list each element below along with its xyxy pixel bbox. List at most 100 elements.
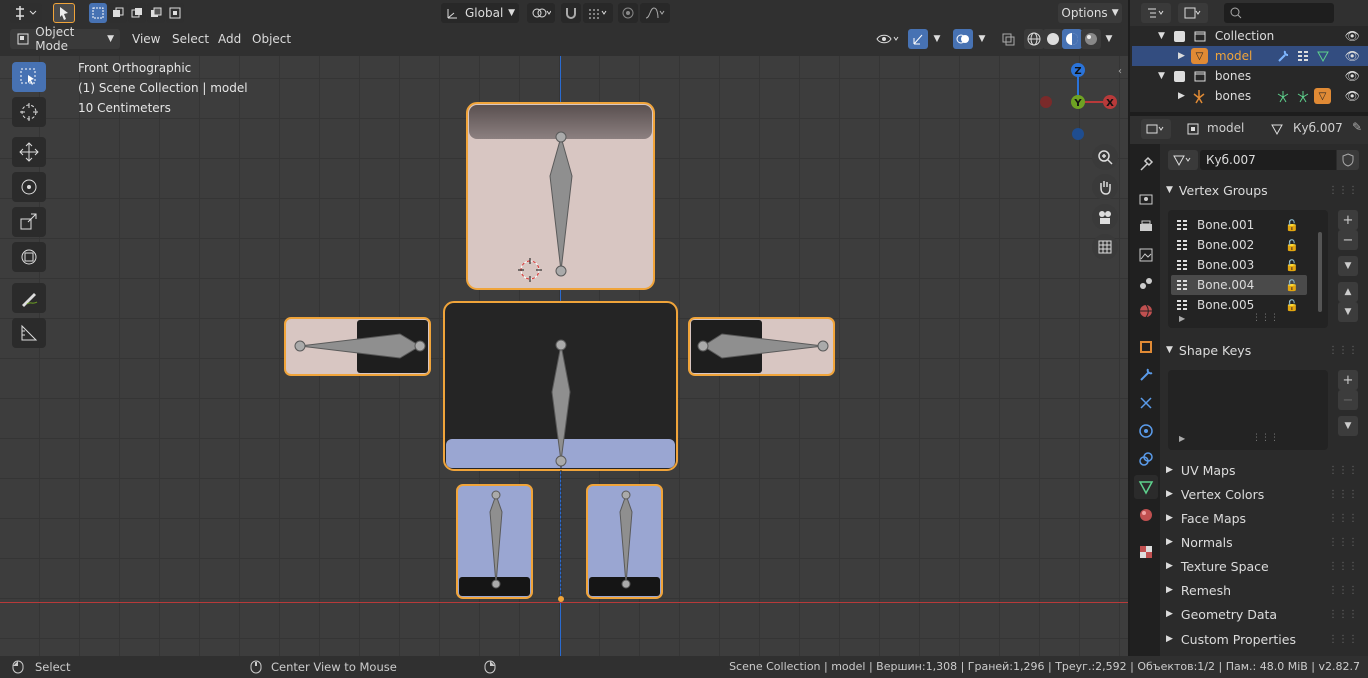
drag-handle-icon[interactable]: ⋮⋮⋮	[1328, 561, 1358, 572]
tab-world[interactable]	[1134, 299, 1158, 323]
drag-handle-icon[interactable]: ⋮⋮⋮	[1328, 345, 1358, 356]
properties-editor-type[interactable]	[1141, 119, 1171, 139]
display-mode-dropdown[interactable]	[1178, 3, 1208, 23]
tool-annotate[interactable]	[12, 283, 46, 313]
drag-handle-icon[interactable]: ⋮⋮⋮	[1328, 465, 1358, 476]
eye-icon[interactable]: 👁	[1345, 29, 1360, 43]
overlays-dropdown[interactable]: ▼	[974, 29, 990, 49]
transform-orientation-dropdown[interactable]: Global ▼	[441, 3, 519, 23]
menu-view[interactable]: View	[126, 29, 167, 49]
lock-icon[interactable]: 🔓	[1285, 219, 1299, 232]
sidebar-toggle-arrow[interactable]: ‹	[1118, 66, 1122, 77]
drag-handle-icon[interactable]: ⋮⋮⋮	[1328, 537, 1358, 548]
breadcrumb-mesh[interactable]: Куб.007	[1293, 121, 1343, 135]
panel-vertex-colors[interactable]: ▶ Vertex Colors ⋮⋮⋮	[1160, 483, 1366, 505]
lock-icon[interactable]: 🔓	[1285, 299, 1299, 312]
shading-wireframe[interactable]	[1024, 29, 1044, 49]
options-dropdown[interactable]: Options ▼	[1058, 3, 1122, 23]
outliner-row-bones-armature[interactable]: ▶ bones ▽ 👁	[1132, 86, 1368, 106]
snap-target-dropdown[interactable]	[583, 3, 613, 23]
vertex-group-item[interactable]: Bone.001 🔓	[1171, 215, 1307, 235]
tab-physics[interactable]	[1134, 419, 1158, 443]
tool-rotate[interactable]	[12, 172, 46, 202]
pin-icon[interactable]: ✎	[1352, 120, 1362, 134]
proportional-edit-toggle[interactable]	[618, 3, 638, 23]
shading-solid[interactable]	[1043, 29, 1063, 49]
panel-face-maps[interactable]: ▶ Face Maps ⋮⋮⋮	[1160, 507, 1366, 529]
vertex-group-item[interactable]: Bone.003 🔓	[1171, 255, 1307, 275]
tool-transform[interactable]	[12, 242, 46, 272]
panel-remesh[interactable]: ▶ Remesh ⋮⋮⋮	[1160, 579, 1366, 601]
vertex-group-item-selected[interactable]: Bone.004 🔓	[1171, 275, 1307, 295]
eye-icon[interactable]: 👁	[1345, 69, 1360, 83]
tool-cursor[interactable]	[12, 97, 46, 127]
tab-object[interactable]	[1134, 335, 1158, 359]
gizmo-dropdown[interactable]: ▼	[929, 29, 945, 49]
tab-modifiers[interactable]	[1134, 363, 1158, 387]
drag-handle-icon[interactable]: ⋮⋮⋮	[1328, 185, 1358, 196]
outliner-row-bones-collection[interactable]: ▼ bones 👁	[1132, 66, 1368, 86]
select-mode-intersect[interactable]	[166, 3, 184, 23]
tab-scene[interactable]	[1134, 271, 1158, 295]
tab-tool[interactable]	[1134, 152, 1158, 176]
panel-custom-properties[interactable]: ▶ Custom Properties ⋮⋮⋮	[1160, 628, 1366, 650]
move-up-button[interactable]: ▲	[1338, 282, 1358, 302]
drag-handle-icon[interactable]: ⋮⋮⋮	[1328, 634, 1358, 645]
select-mode-invert[interactable]	[147, 3, 165, 23]
drag-handle-icon[interactable]: ⋮⋮⋮	[1328, 585, 1358, 596]
pan-button[interactable]	[1092, 174, 1118, 200]
pivot-point-dropdown[interactable]	[527, 3, 555, 23]
lock-icon[interactable]: 🔓	[1285, 239, 1299, 252]
remove-shape-key-button[interactable]: −	[1338, 390, 1358, 410]
vertex-group-specials-button[interactable]: ▼	[1338, 256, 1358, 276]
remove-vertex-group-button[interactable]: −	[1338, 230, 1358, 250]
add-shape-key-button[interactable]: +	[1338, 370, 1358, 390]
zoom-button[interactable]	[1092, 144, 1118, 170]
list-filter-arrow-icon[interactable]: ▶	[1179, 314, 1185, 323]
tool-scale[interactable]	[12, 207, 46, 237]
tool-measure[interactable]	[12, 318, 46, 348]
gizmo-neg-x-axis[interactable]	[1040, 96, 1052, 108]
shading-material[interactable]	[1062, 29, 1082, 49]
expand-arrow-icon[interactable]: ▼	[1158, 31, 1165, 41]
expand-arrow-icon[interactable]: ▶	[1178, 51, 1185, 61]
xray-toggle[interactable]	[998, 29, 1018, 49]
menu-object[interactable]: Object	[246, 29, 298, 49]
outliner-editor-type[interactable]	[1141, 3, 1171, 23]
tab-render[interactable]	[1134, 187, 1158, 211]
move-down-button[interactable]: ▼	[1338, 302, 1358, 322]
shading-rendered[interactable]	[1081, 29, 1101, 49]
checkbox-icon[interactable]	[1173, 70, 1185, 82]
lock-icon[interactable]: 🔓	[1285, 279, 1299, 292]
falloff-dropdown[interactable]	[640, 3, 670, 23]
select-mode-subtract[interactable]	[128, 3, 146, 23]
panel-texture-space[interactable]: ▶ Texture Space ⋮⋮⋮	[1160, 555, 1366, 577]
tool-move[interactable]	[12, 137, 46, 167]
list-resize-handle-icon[interactable]: ⋮⋮⋮	[1252, 433, 1279, 443]
editor-type-button[interactable]	[10, 3, 42, 23]
3d-viewport[interactable]: Front Orthographic (1) Scene Collection …	[0, 56, 1128, 656]
mode-dropdown[interactable]: Object Mode ▼	[10, 25, 120, 53]
outliner-row-collection[interactable]: ▼ Collection 👁	[1132, 26, 1368, 46]
navigation-gizmo[interactable]: Z X Y	[1034, 60, 1124, 150]
snap-toggle[interactable]	[561, 3, 581, 23]
tab-constraints[interactable]	[1134, 447, 1158, 471]
expand-arrow-icon[interactable]: ▼	[1158, 71, 1165, 81]
expand-arrow-icon[interactable]: ▶	[1178, 91, 1185, 101]
list-resize-handle-icon[interactable]: ⋮⋮⋮	[1252, 313, 1279, 323]
select-tool-button[interactable]	[53, 3, 75, 23]
breadcrumb-object[interactable]: model	[1207, 121, 1244, 135]
add-vertex-group-button[interactable]: +	[1338, 210, 1358, 230]
drag-handle-icon[interactable]: ⋮⋮⋮	[1328, 489, 1358, 500]
lock-icon[interactable]: 🔓	[1285, 259, 1299, 272]
camera-view-button[interactable]	[1092, 204, 1118, 230]
panel-uv-maps[interactable]: ▶ UV Maps ⋮⋮⋮	[1160, 459, 1366, 481]
perspective-toggle-button[interactable]	[1092, 234, 1118, 260]
tab-view-layer[interactable]	[1134, 243, 1158, 267]
fake-user-toggle[interactable]	[1337, 150, 1359, 170]
select-mode-extend[interactable]	[109, 3, 127, 23]
gizmo-toggle[interactable]	[908, 29, 928, 49]
menu-select[interactable]: Select	[166, 29, 216, 49]
select-mode-new[interactable]	[89, 3, 107, 23]
vertex-groups-header[interactable]: ▼ Vertex Groups ⋮⋮⋮	[1160, 179, 1366, 201]
